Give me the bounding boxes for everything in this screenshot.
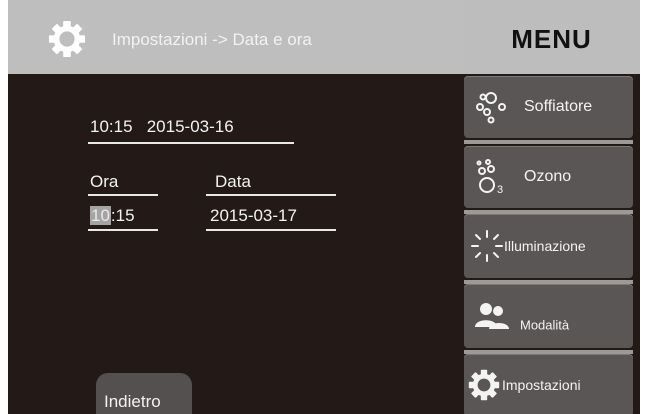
current-datetime: 10:15 2015-03-16	[90, 117, 234, 137]
title-bar: Impostazioni -> Data e ora	[8, 0, 463, 74]
current-time: 10:15	[90, 117, 133, 136]
minute-field[interactable]: :15	[111, 206, 135, 225]
current-date: 2015-03-16	[146, 117, 234, 136]
device-screen: Impostazioni -> Data e ora MENU Soffiato…	[8, 0, 640, 414]
light-icon	[471, 230, 503, 262]
menu-title: MENU	[463, 0, 640, 74]
page-title: Impostazioni -> Data e ora	[112, 30, 312, 49]
divider	[206, 194, 336, 196]
gear-icon	[48, 20, 86, 58]
blower-icon	[476, 92, 506, 124]
menu-item-soffiatore[interactable]: Soffiatore	[464, 76, 633, 138]
menu-item-label: Modalità	[520, 317, 570, 333]
menu-item-label: Ozono	[524, 168, 572, 185]
ora-label: Ora	[90, 172, 119, 191]
divider	[88, 229, 158, 231]
hour-field-selected[interactable]: 10	[90, 206, 111, 225]
time-input[interactable]: 10:15	[90, 206, 135, 226]
divider	[206, 229, 336, 231]
menu-item-illuminazione[interactable]: Illuminazione	[464, 214, 633, 278]
svg-text:3: 3	[497, 184, 503, 195]
people-icon	[475, 303, 509, 329]
back-button-label: Indietro	[104, 392, 161, 411]
menu-item-ozono[interactable]: 3 Ozono	[464, 146, 633, 208]
menu-item-impostazioni[interactable]: Impostazioni	[464, 354, 633, 414]
menu-item-label: Illuminazione	[504, 238, 586, 254]
back-button[interactable]: Indietro	[96, 373, 192, 414]
divider	[88, 142, 294, 144]
ozone-icon: 3	[476, 159, 503, 195]
data-label: Data	[215, 172, 251, 191]
menu-item-label: Impostazioni	[502, 377, 581, 393]
divider	[88, 194, 158, 196]
menu-item-modalita[interactable]: Modalità	[464, 284, 633, 348]
date-input[interactable]: 2015-03-17	[210, 206, 297, 226]
menu-item-label: Soffiatore	[524, 98, 593, 115]
gear-icon	[468, 369, 500, 401]
menu-divider	[464, 140, 633, 144]
